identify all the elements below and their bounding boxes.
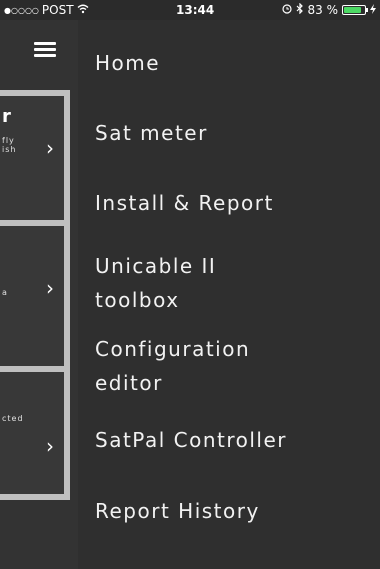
alarm-icon xyxy=(281,3,292,17)
background-card-2[interactable]: a › xyxy=(0,220,70,372)
status-right: 83 % xyxy=(281,2,376,17)
battery-fill xyxy=(344,7,361,13)
clock: 13:44 xyxy=(176,3,215,17)
menu-item-satpal-controller[interactable]: SatPal Controller xyxy=(95,423,287,457)
card-text-fragment: a xyxy=(2,288,8,297)
menu-item-configuration-editor[interactable]: Configuration editor xyxy=(95,332,250,400)
card-text-fragment: fly ish xyxy=(2,136,17,154)
battery-icon xyxy=(342,5,368,15)
card-title-fragment: r xyxy=(2,106,11,127)
card-text-fragment: cted xyxy=(2,414,24,423)
carrier-name: POST xyxy=(41,3,74,17)
menu-item-unicable-toolbox[interactable]: Unicable II toolbox xyxy=(95,249,216,317)
chevron-right-icon: › xyxy=(46,136,54,160)
menu-item-report-history[interactable]: Report History xyxy=(95,494,260,528)
bluetooth-icon xyxy=(296,2,304,17)
signal-strength: ●○○○○ xyxy=(4,5,39,15)
charging-icon xyxy=(370,3,376,17)
status-bar: ●○○○○ POST 13:44 83 % xyxy=(0,0,380,20)
hamburger-menu-icon[interactable] xyxy=(34,42,56,58)
menu-item-sat-meter[interactable]: Sat meter xyxy=(95,116,208,150)
menu-item-install-report[interactable]: Install & Report xyxy=(95,186,274,220)
background-card-1[interactable]: r fly ish › xyxy=(0,90,70,226)
background-screen: r fly ish › a › cted › xyxy=(0,20,78,569)
background-card-3[interactable]: cted › xyxy=(0,366,70,500)
battery-percent: 83 % xyxy=(307,3,339,17)
wifi-icon xyxy=(77,3,89,17)
status-left: ●○○○○ POST xyxy=(4,3,89,17)
menu-item-home[interactable]: Home xyxy=(95,46,160,80)
chevron-right-icon: › xyxy=(46,434,54,458)
side-menu: Home Sat meter Install & Report Unicable… xyxy=(78,20,380,569)
chevron-right-icon: › xyxy=(46,276,54,300)
